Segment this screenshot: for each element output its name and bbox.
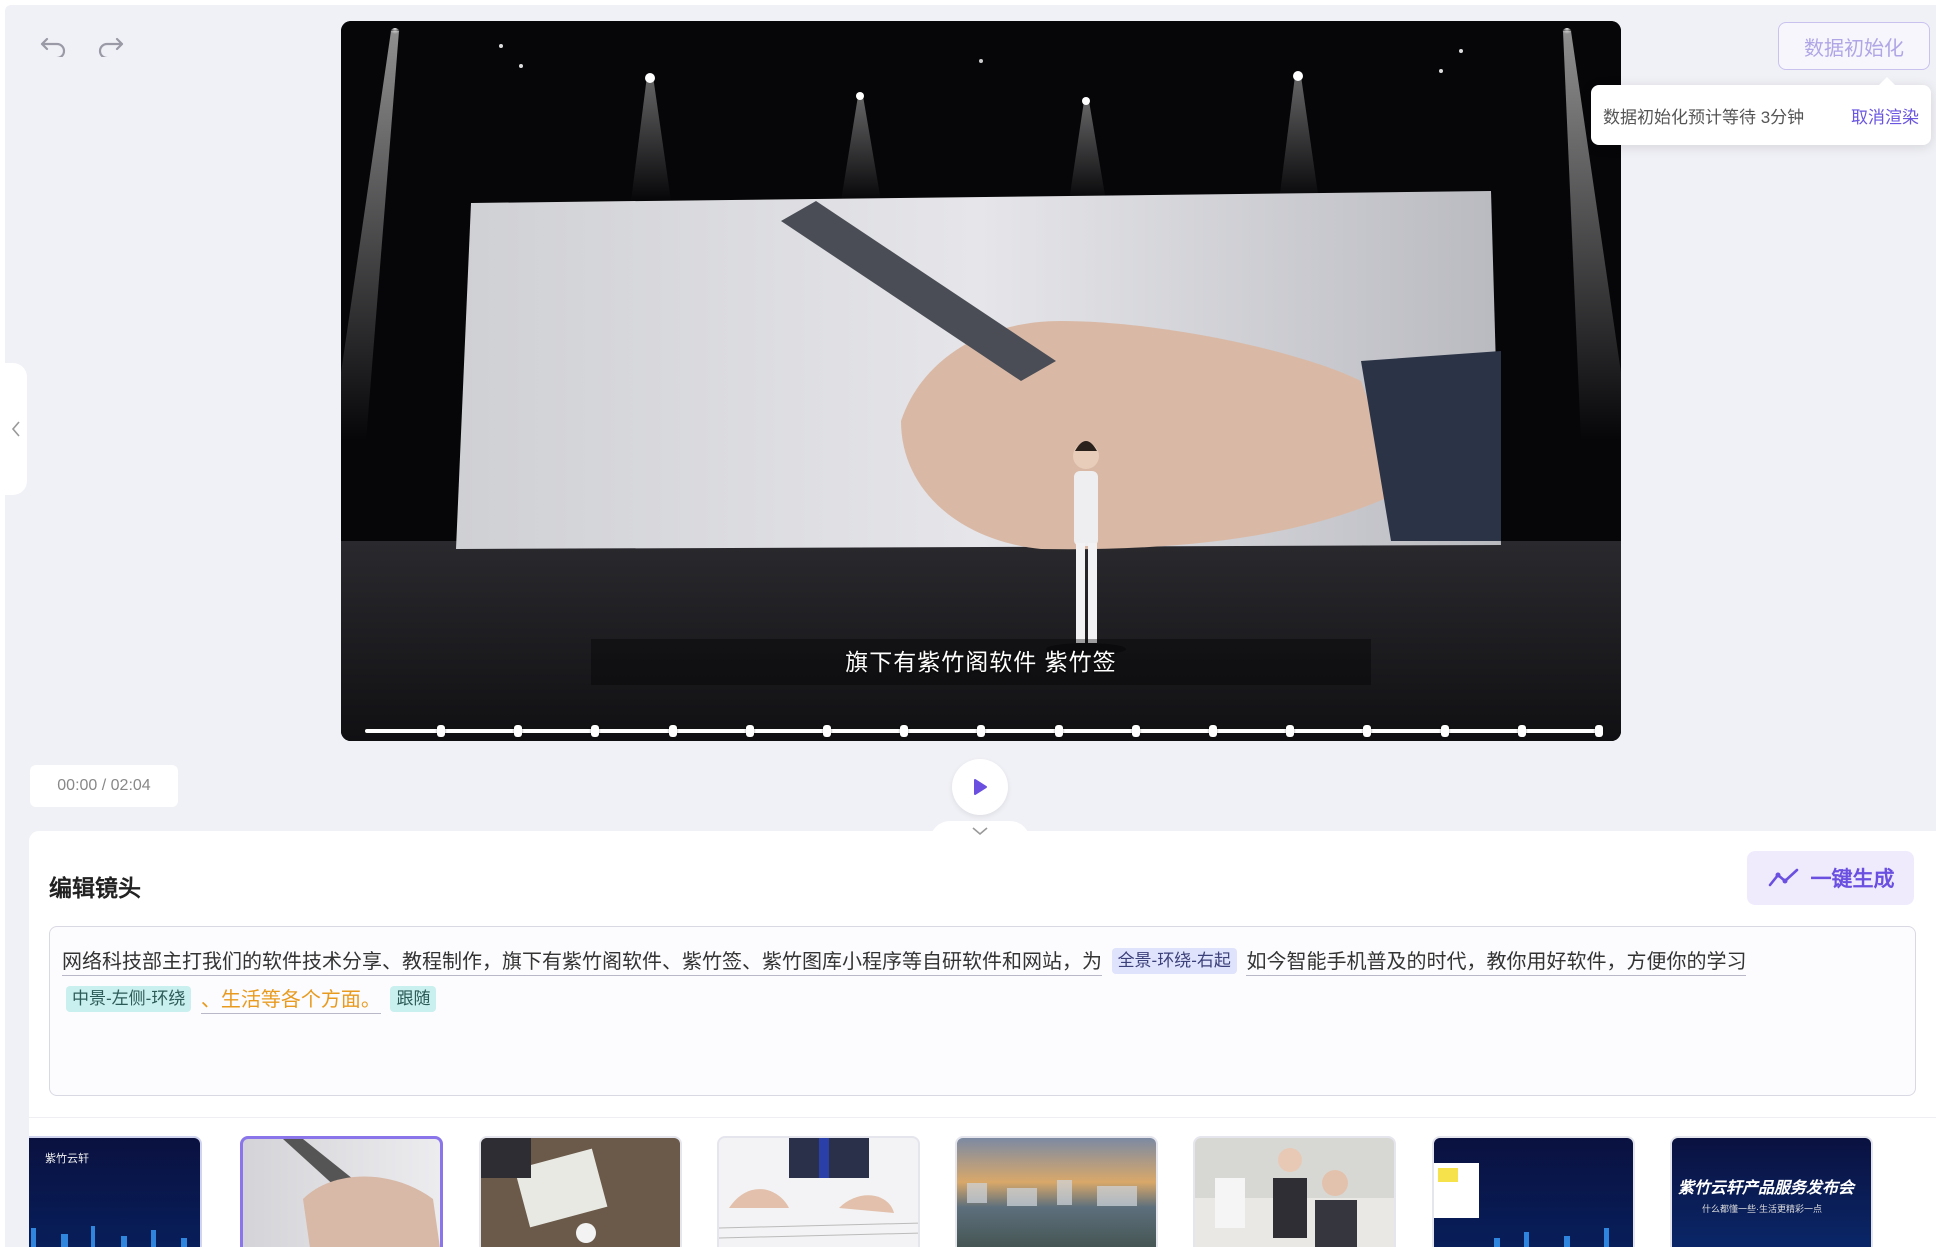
generate-label: 一键生成: [1810, 868, 1895, 891]
undo-icon[interactable]: [35, 27, 71, 63]
city-aerial-image: [967, 1180, 1137, 1206]
panel-divider: [29, 1117, 1936, 1118]
shot-thumbnail[interactable]: [1432, 1136, 1635, 1247]
timeline-marker[interactable]: [1517, 725, 1526, 737]
timeline-marker[interactable]: [977, 725, 986, 737]
edit-shot-panel: 编辑镜头 一键生成 网络科技部主打我们的软件技术分享、教程制作，旗下有紫竹阁软件…: [29, 831, 1936, 1247]
shot-tag[interactable]: 全景-环绕-右起: [1111, 948, 1237, 974]
timeline-marker[interactable]: [437, 725, 445, 737]
timeline-marker[interactable]: [591, 725, 600, 737]
trend-line-icon: [1768, 868, 1798, 887]
shot-tag[interactable]: 跟随: [390, 986, 437, 1012]
panel-title: 编辑镜头: [49, 875, 141, 901]
data-init-button[interactable]: 数据初始化: [1778, 22, 1930, 70]
init-popover: 数据初始化预计等待 3分钟 取消渲染: [1591, 77, 1931, 145]
timeline-marker[interactable]: [1209, 725, 1217, 737]
thumbnail-title: 紫竹云轩产品服务发布会: [1678, 1180, 1855, 1197]
shot-thumbnail[interactable]: [717, 1136, 920, 1247]
timeline-marker[interactable]: [745, 725, 754, 737]
timeline-marker[interactable]: [1054, 725, 1063, 737]
collapse-panel-toggle[interactable]: [930, 821, 1030, 841]
script-segment-highlighted[interactable]: 、生活等各个方面。: [200, 989, 381, 1014]
office-team-image: [1195, 1138, 1394, 1247]
shot-thumbnail-selected[interactable]: [240, 1136, 443, 1247]
thumbnail-subtitle: 什么都懂一些·生活更精彩一点: [1702, 1204, 1822, 1214]
init-popover-message: 数据初始化预计等待 3分钟: [1603, 107, 1805, 127]
playback-time: 00:00 / 02:04: [30, 765, 178, 807]
timeline-marker[interactable]: [1363, 725, 1372, 737]
timeline-marker[interactable]: [1131, 725, 1140, 737]
one-click-generate-button[interactable]: 一键生成: [1747, 851, 1914, 905]
play-button[interactable]: [952, 759, 1008, 815]
script-segment[interactable]: 网络科技部主打我们的软件技术分享、教程制作，旗下有紫竹阁软件、紫竹签、紫竹图库小…: [62, 951, 1102, 976]
shot-thumbnail[interactable]: [1193, 1136, 1396, 1247]
script-line-1: 网络科技部主打我们的软件技术分享、教程制作，旗下有紫竹阁软件、紫竹签、紫竹图库小…: [62, 943, 1903, 981]
chevron-left-icon: [11, 421, 20, 437]
timeline-marker[interactable]: [514, 725, 523, 737]
presentation-slide-image: [1434, 1163, 1609, 1247]
timeline-marker[interactable]: [1595, 725, 1603, 737]
cancel-render-link[interactable]: 取消渲染: [1851, 103, 1919, 128]
hand-phone-image: [283, 1139, 440, 1247]
stage-scene: [341, 21, 1621, 741]
desk-meeting-image: [481, 1138, 608, 1243]
shot-tag[interactable]: 中景-左侧-环绕: [66, 986, 192, 1012]
timeline-marker[interactable]: [823, 725, 831, 737]
editor-app: 旗下有紫竹阁软件 紫竹签 数据初始化 数据初始化预计等待 3分钟 取消渲染 00…: [5, 5, 1936, 1247]
drawing-plans-image: [719, 1138, 918, 1239]
shot-thumbnail[interactable]: 紫竹云轩: [29, 1136, 202, 1247]
play-icon: [974, 779, 987, 795]
chevron-down-icon: [972, 827, 988, 836]
video-subtitle: 旗下有紫竹阁软件 紫竹签: [845, 649, 1117, 675]
timeline-progress[interactable]: [365, 725, 1603, 737]
timeline-marker[interactable]: [668, 725, 677, 737]
sidebar-expand-handle[interactable]: [5, 363, 27, 495]
timeline-marker[interactable]: [900, 725, 909, 737]
shot-thumbnail[interactable]: 紫竹云轩产品服务发布会 什么都懂一些·生活更精彩一点: [1670, 1136, 1873, 1247]
timeline-marker[interactable]: [1440, 725, 1449, 737]
timeline-marker[interactable]: [1286, 725, 1295, 737]
video-preview[interactable]: 旗下有紫竹阁软件 紫竹签: [341, 21, 1621, 741]
city-skyline-image: [31, 1226, 187, 1247]
script-segment[interactable]: 如今智能手机普及的时代，教你用好软件，方便你的学习: [1246, 951, 1747, 976]
script-editor[interactable]: 网络科技部主打我们的软件技术分享、教程制作，旗下有紫竹阁软件、紫竹签、紫竹图库小…: [49, 926, 1916, 1096]
script-line-2: 中景-左侧-环绕 、生活等各个方面。 跟随: [62, 981, 1903, 1019]
shot-thumbnail-strip: 紫竹云轩 紫竹云轩产品服务发布会 什么都懂一些·生活更精彩一点: [29, 1136, 1936, 1247]
shot-thumbnail[interactable]: [955, 1136, 1158, 1247]
shot-thumbnail[interactable]: [479, 1136, 682, 1247]
redo-icon[interactable]: [93, 27, 129, 63]
